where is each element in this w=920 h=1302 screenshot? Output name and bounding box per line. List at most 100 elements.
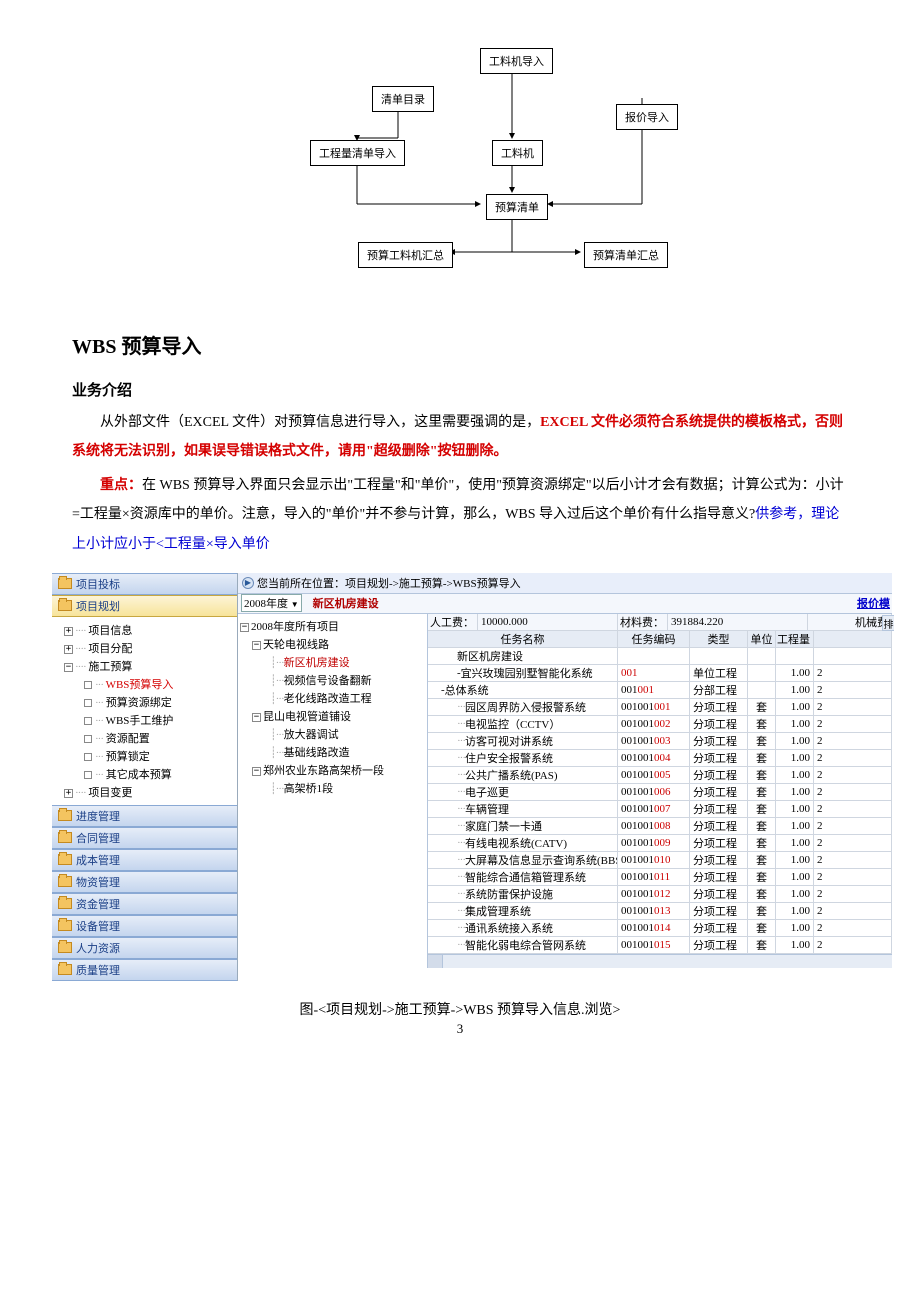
fc-box-4: 工程量清单导入 xyxy=(310,140,405,166)
tree-item[interactable]: ··· 预算资源绑定 xyxy=(54,693,235,711)
tree-item[interactable]: ··· 资源配置 xyxy=(54,729,235,747)
cell-qty: 1.00 xyxy=(776,886,814,902)
tree-item[interactable]: +···· 项目变更 xyxy=(54,783,235,801)
cell-qty: 1.00 xyxy=(776,784,814,800)
tree-item[interactable]: ··· 其它成本预算 xyxy=(54,765,235,783)
tree-item[interactable]: ┊···基础线路改造 xyxy=(240,743,425,761)
fc-box-3: 报价导入 xyxy=(616,104,678,130)
tree-item[interactable]: ┊···高架桥1段 xyxy=(240,779,425,797)
tree-item[interactable]: +···· 项目分配 xyxy=(54,639,235,657)
tree-item[interactable]: −···· 施工预算 xyxy=(54,657,235,675)
table-row[interactable]: - 宜兴玫瑰园别墅智能化系统001单位工程1.002 xyxy=(428,665,892,682)
table-row[interactable]: ···园区周界防入侵报警系统001001001分项工程套1.002 xyxy=(428,699,892,716)
cell-unit: 套 xyxy=(748,784,776,800)
table-row[interactable]: ···公共广播系统(PAS)001001005分项工程套1.002 xyxy=(428,767,892,784)
tree-item[interactable]: −天轮电视线路 xyxy=(240,635,425,653)
nav-item-7[interactable]: 设备管理 xyxy=(52,915,237,937)
cell-rest: 2 xyxy=(814,784,892,800)
cell-type: 分部工程 xyxy=(690,682,748,698)
para2-keyword: 重点： xyxy=(100,478,142,493)
cell-qty: 1.00 xyxy=(776,801,814,817)
breadcrumb: ▶ 您当前所在位置：项目规划->施工预算->WBS预算导入 xyxy=(238,573,892,594)
nav-label: 物资管理 xyxy=(76,874,120,890)
nav-item-9[interactable]: 质量管理 xyxy=(52,959,237,981)
cell-code: 001001010 xyxy=(618,852,690,868)
table-row[interactable]: ···家庭门禁一卡通001001008分项工程套1.002 xyxy=(428,818,892,835)
tree-item[interactable]: ┊···视频信号设备翻新 xyxy=(240,671,425,689)
cell-unit: 套 xyxy=(748,937,776,953)
nav-item-5[interactable]: 物资管理 xyxy=(52,871,237,893)
nav-item-3[interactable]: 合同管理 xyxy=(52,827,237,849)
cell-code: 001001011 xyxy=(618,869,690,885)
table-row[interactable]: ···车辆管理001001007分项工程套1.002 xyxy=(428,801,892,818)
table-row[interactable]: ···访客可视对讲系统001001003分项工程套1.002 xyxy=(428,733,892,750)
cell-name: 新区机房建设 xyxy=(428,648,618,664)
nav-item-6[interactable]: 资金管理 xyxy=(52,893,237,915)
sort-button[interactable]: 排 xyxy=(882,615,892,631)
table-row[interactable]: ···有线电视系统(CATV)001001009分项工程套1.002 xyxy=(428,835,892,852)
table-row[interactable]: ···系统防雷保护设施001001012分项工程套1.002 xyxy=(428,886,892,903)
cell-qty: 1.00 xyxy=(776,716,814,732)
section-title: WBS 预算导入 xyxy=(72,330,848,359)
para2-text: 在 WBS 预算导入界面只会显示出"工程量"和"单价"，使用"预算资源绑定"以后… xyxy=(72,478,844,522)
tree-item-wbs-import[interactable]: ··· WBS预算导入 xyxy=(54,675,235,693)
template-link[interactable]: 报价模 xyxy=(857,595,892,611)
table-row[interactable]: ···电视监控（CCTV）001001002分项工程套1.002 xyxy=(428,716,892,733)
folder-icon xyxy=(58,810,72,821)
table-row[interactable]: ···集成管理系统001001013分项工程套1.002 xyxy=(428,903,892,920)
table-row[interactable]: - 总体系统001001分部工程1.002 xyxy=(428,682,892,699)
tree-item[interactable]: ··· WBS手工维护 xyxy=(54,711,235,729)
nav-item-8[interactable]: 人力资源 xyxy=(52,937,237,959)
tree-item-selected[interactable]: ┊···新区机房建设 xyxy=(240,653,425,671)
horizontal-scrollbar[interactable] xyxy=(428,954,892,968)
cell-qty: 1.00 xyxy=(776,818,814,834)
table-row[interactable]: ···大屏幕及信息显示查询系统(BBS)001001010分项工程套1.002 xyxy=(428,852,892,869)
table-row[interactable]: ···电子巡更001001006分项工程套1.002 xyxy=(428,784,892,801)
table-row[interactable]: ···智能综合通信箱管理系统001001011分项工程套1.002 xyxy=(428,869,892,886)
cell-name: ···有线电视系统(CATV) xyxy=(428,835,618,851)
tree-item[interactable]: ┊···老化线路改造工程 xyxy=(240,689,425,707)
cell-code: 001001003 xyxy=(618,733,690,749)
hdr-type: 类型 xyxy=(690,631,748,647)
figure-caption: 图-<项目规划->施工预算->WBS 预算导入信息.浏览> xyxy=(72,999,848,1019)
tree-item[interactable]: ··· 预算锁定 xyxy=(54,747,235,765)
table-row[interactable]: ···智能化弱电综合管网系统001001015分项工程套1.002 xyxy=(428,937,892,954)
nav-label: 进度管理 xyxy=(76,808,120,824)
tree-item[interactable]: ┊···放大器调试 xyxy=(240,725,425,743)
cell-unit xyxy=(748,665,776,681)
cell-qty: 1.00 xyxy=(776,903,814,919)
cell-type: 分项工程 xyxy=(690,835,748,851)
cell-type: 分项工程 xyxy=(690,750,748,766)
cell-rest: 2 xyxy=(814,699,892,715)
fc-box-1: 工料机导入 xyxy=(480,48,553,74)
content-panel: ▶ 您当前所在位置：项目规划->施工预算->WBS预算导入 2008年度 ▼ 新… xyxy=(238,573,892,981)
nav-item-1[interactable]: 项目规划 xyxy=(52,595,237,617)
cell-qty: 1.00 xyxy=(776,869,814,885)
project-tree: −2008年度所有项目 −天轮电视线路 ┊···新区机房建设 ┊···视频信号设… xyxy=(238,614,428,968)
cell-qty: 1.00 xyxy=(776,835,814,851)
hdr-rest xyxy=(814,631,892,647)
cell-unit: 套 xyxy=(748,835,776,851)
table-row[interactable]: 新区机房建设 xyxy=(428,648,892,665)
table-row[interactable]: ···住户安全报警系统001001004分项工程套1.002 xyxy=(428,750,892,767)
cell-unit: 套 xyxy=(748,801,776,817)
tree-label: 放大器调试 xyxy=(284,729,339,741)
nav-item-4[interactable]: 成本管理 xyxy=(52,849,237,871)
cell-name: ···园区周界防入侵报警系统 xyxy=(428,699,618,715)
sum-value-labor: 10000.000 xyxy=(478,614,618,630)
cell-code: 001001012 xyxy=(618,886,690,902)
tree-item[interactable]: −昆山电视管道铺设 xyxy=(240,707,425,725)
tree-item[interactable]: −郑州农业东路高架桥一段 xyxy=(240,761,425,779)
tree-item[interactable]: −2008年度所有项目 xyxy=(240,617,425,635)
dropdown-icon: ▼ xyxy=(291,600,299,609)
tree-item[interactable]: +···· 项目信息 xyxy=(54,621,235,639)
year-select[interactable]: 2008年度 ▼ xyxy=(241,594,302,612)
cell-name: ···智能化弱电综合管网系统 xyxy=(428,937,618,953)
table-row[interactable]: ···通讯系统接入系统001001014分项工程套1.002 xyxy=(428,920,892,937)
cell-qty xyxy=(776,648,814,664)
tree-label: 老化线路改造工程 xyxy=(284,693,372,705)
nav-item-0[interactable]: 项目投标 xyxy=(52,573,237,595)
nav-item-2[interactable]: 进度管理 xyxy=(52,805,237,827)
cell-code: 001001 xyxy=(618,682,690,698)
folder-icon xyxy=(58,964,72,975)
